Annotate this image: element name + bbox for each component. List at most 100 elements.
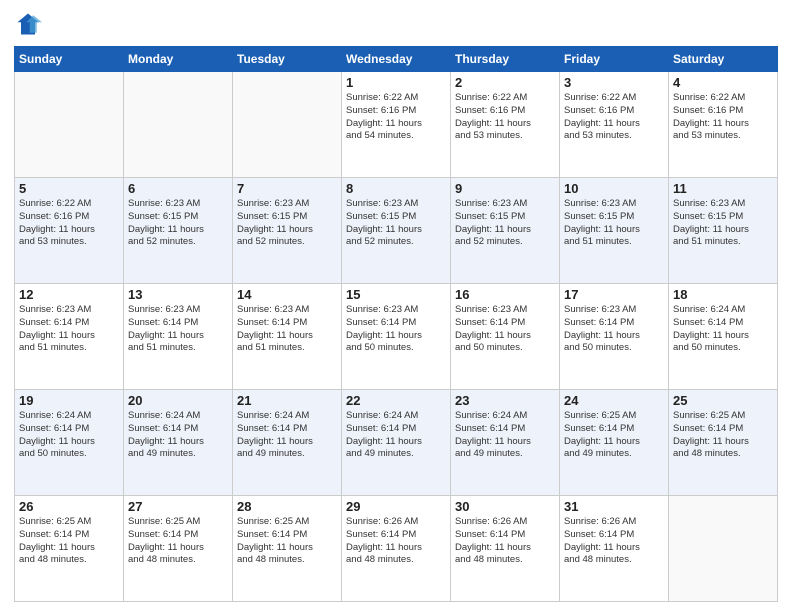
day-number: 17 bbox=[564, 287, 664, 302]
calendar-cell: 19 Sunrise: 6:24 AM Sunset: 6:14 PM Dayli… bbox=[15, 390, 124, 496]
weekday-header-saturday: Saturday bbox=[669, 47, 778, 72]
weekday-header-tuesday: Tuesday bbox=[233, 47, 342, 72]
day-info: Sunrise: 6:22 AM Sunset: 6:16 PM Dayligh… bbox=[673, 92, 773, 143]
day-info: Sunrise: 6:23 AM Sunset: 6:14 PM Dayligh… bbox=[19, 304, 119, 355]
calendar-cell: 25Sunrise: 6:25 AM Sunset: 6:14 PM Dayli… bbox=[669, 390, 778, 496]
day-number: 23 bbox=[455, 393, 555, 408]
calendar-cell: 9 Sunrise: 6:23 AM Sunset: 6:15 PM Daylig… bbox=[451, 178, 560, 284]
calendar-cell bbox=[233, 72, 342, 178]
weekday-header-row: SundayMondayTuesdayWednesdayThursdayFrid… bbox=[15, 47, 778, 72]
day-info: Sunrise: 6:23 AM Sunset: 6:14 PM Dayligh… bbox=[128, 304, 228, 355]
calendar-week-1: 1 Sunrise: 6:22 AM Sunset: 6:16 PM Daylig… bbox=[15, 72, 778, 178]
calendar-week-2: 5 Sunrise: 6:22 AM Sunset: 6:16 PM Daylig… bbox=[15, 178, 778, 284]
day-info: Sunrise: 6:23 AM Sunset: 6:14 PM Dayligh… bbox=[237, 304, 337, 355]
day-number: 30 bbox=[455, 499, 555, 514]
weekday-header-thursday: Thursday bbox=[451, 47, 560, 72]
calendar-cell: 12 Sunrise: 6:23 AM Sunset: 6:14 PM Dayli… bbox=[15, 284, 124, 390]
calendar-cell: 18 Sunrise: 6:24 AM Sunset: 6:14 PM Dayli… bbox=[669, 284, 778, 390]
calendar-week-5: 26 Sunrise: 6:25 AM Sunset: 6:14 PM Dayli… bbox=[15, 496, 778, 602]
day-info: Sunrise: 6:25 AM Sunset: 6:14 PM Dayligh… bbox=[19, 516, 119, 567]
calendar-cell: 7 Sunrise: 6:23 AM Sunset: 6:15 PM Daylig… bbox=[233, 178, 342, 284]
calendar-cell: 16 Sunrise: 6:23 AM Sunset: 6:14 PM Dayli… bbox=[451, 284, 560, 390]
day-info: Sunrise: 6:23 AM Sunset: 6:15 PM Dayligh… bbox=[346, 198, 446, 249]
calendar-cell: 29Sunrise: 6:26 AM Sunset: 6:14 PM Dayli… bbox=[342, 496, 451, 602]
day-number: 15 bbox=[346, 287, 446, 302]
calendar-cell: 2 Sunrise: 6:22 AM Sunset: 6:16 PM Daylig… bbox=[451, 72, 560, 178]
calendar-cell: 8 Sunrise: 6:23 AM Sunset: 6:15 PM Daylig… bbox=[342, 178, 451, 284]
day-info: Sunrise: 6:23 AM Sunset: 6:15 PM Dayligh… bbox=[237, 198, 337, 249]
day-info: Sunrise: 6:23 AM Sunset: 6:14 PM Dayligh… bbox=[346, 304, 446, 355]
day-info: Sunrise: 6:24 AM Sunset: 6:14 PM Dayligh… bbox=[237, 410, 337, 461]
day-number: 12 bbox=[19, 287, 119, 302]
page: SundayMondayTuesdayWednesdayThursdayFrid… bbox=[0, 0, 792, 612]
day-info: Sunrise: 6:22 AM Sunset: 6:16 PM Dayligh… bbox=[346, 92, 446, 143]
calendar-cell: 11 Sunrise: 6:23 AM Sunset: 6:15 PM Dayli… bbox=[669, 178, 778, 284]
day-info: Sunrise: 6:23 AM Sunset: 6:15 PM Dayligh… bbox=[673, 198, 773, 249]
day-number: 9 bbox=[455, 181, 555, 196]
day-number: 13 bbox=[128, 287, 228, 302]
day-number: 31 bbox=[564, 499, 664, 514]
day-number: 24 bbox=[564, 393, 664, 408]
day-info: Sunrise: 6:22 AM Sunset: 6:16 PM Dayligh… bbox=[564, 92, 664, 143]
day-info: Sunrise: 6:22 AM Sunset: 6:16 PM Dayligh… bbox=[455, 92, 555, 143]
calendar-cell: 22 Sunrise: 6:24 AM Sunset: 6:14 PM Dayli… bbox=[342, 390, 451, 496]
day-number: 16 bbox=[455, 287, 555, 302]
day-number: 3 bbox=[564, 75, 664, 90]
calendar-cell: 23 Sunrise: 6:24 AM Sunset: 6:14 PM Dayli… bbox=[451, 390, 560, 496]
day-number: 18 bbox=[673, 287, 773, 302]
day-number: 11 bbox=[673, 181, 773, 196]
day-info: Sunrise: 6:26 AM Sunset: 6:14 PM Dayligh… bbox=[455, 516, 555, 567]
day-number: 26 bbox=[19, 499, 119, 514]
day-number: 21 bbox=[237, 393, 337, 408]
day-number: 1 bbox=[346, 75, 446, 90]
day-number: 27 bbox=[128, 499, 228, 514]
day-info: Sunrise: 6:23 AM Sunset: 6:15 PM Dayligh… bbox=[455, 198, 555, 249]
calendar-cell: 5 Sunrise: 6:22 AM Sunset: 6:16 PM Daylig… bbox=[15, 178, 124, 284]
day-info: Sunrise: 6:24 AM Sunset: 6:14 PM Dayligh… bbox=[346, 410, 446, 461]
calendar-cell: 15 Sunrise: 6:23 AM Sunset: 6:14 PM Dayli… bbox=[342, 284, 451, 390]
day-number: 19 bbox=[19, 393, 119, 408]
day-info: Sunrise: 6:22 AM Sunset: 6:16 PM Dayligh… bbox=[19, 198, 119, 249]
calendar-cell: 31Sunrise: 6:26 AM Sunset: 6:14 PM Dayli… bbox=[560, 496, 669, 602]
day-number: 2 bbox=[455, 75, 555, 90]
day-info: Sunrise: 6:23 AM Sunset: 6:15 PM Dayligh… bbox=[564, 198, 664, 249]
day-number: 25 bbox=[673, 393, 773, 408]
day-number: 22 bbox=[346, 393, 446, 408]
calendar-cell: 6 Sunrise: 6:23 AM Sunset: 6:15 PM Daylig… bbox=[124, 178, 233, 284]
weekday-header-sunday: Sunday bbox=[15, 47, 124, 72]
day-number: 7 bbox=[237, 181, 337, 196]
calendar-cell: 4 Sunrise: 6:22 AM Sunset: 6:16 PM Daylig… bbox=[669, 72, 778, 178]
calendar-cell: 10 Sunrise: 6:23 AM Sunset: 6:15 PM Dayli… bbox=[560, 178, 669, 284]
day-info: Sunrise: 6:26 AM Sunset: 6:14 PM Dayligh… bbox=[346, 516, 446, 567]
day-number: 10 bbox=[564, 181, 664, 196]
calendar-cell: 30 Sunrise: 6:26 AM Sunset: 6:14 PM Dayli… bbox=[451, 496, 560, 602]
day-info: Sunrise: 6:24 AM Sunset: 6:14 PM Dayligh… bbox=[19, 410, 119, 461]
calendar-week-3: 12 Sunrise: 6:23 AM Sunset: 6:14 PM Dayli… bbox=[15, 284, 778, 390]
calendar-cell: 17Sunrise: 6:23 AM Sunset: 6:14 PM Dayli… bbox=[560, 284, 669, 390]
day-info: Sunrise: 6:25 AM Sunset: 6:14 PM Dayligh… bbox=[237, 516, 337, 567]
calendar-cell: 26 Sunrise: 6:25 AM Sunset: 6:14 PM Dayli… bbox=[15, 496, 124, 602]
calendar-cell bbox=[15, 72, 124, 178]
day-number: 5 bbox=[19, 181, 119, 196]
day-info: Sunrise: 6:23 AM Sunset: 6:15 PM Dayligh… bbox=[128, 198, 228, 249]
calendar-cell: 3 Sunrise: 6:22 AM Sunset: 6:16 PM Daylig… bbox=[560, 72, 669, 178]
day-info: Sunrise: 6:25 AM Sunset: 6:14 PM Dayligh… bbox=[564, 410, 664, 461]
day-info: Sunrise: 6:24 AM Sunset: 6:14 PM Dayligh… bbox=[455, 410, 555, 461]
day-info: Sunrise: 6:24 AM Sunset: 6:14 PM Dayligh… bbox=[673, 304, 773, 355]
day-number: 20 bbox=[128, 393, 228, 408]
weekday-header-friday: Friday bbox=[560, 47, 669, 72]
calendar-cell: 20 Sunrise: 6:24 AM Sunset: 6:14 PM Dayli… bbox=[124, 390, 233, 496]
day-number: 6 bbox=[128, 181, 228, 196]
day-number: 14 bbox=[237, 287, 337, 302]
calendar-week-4: 19 Sunrise: 6:24 AM Sunset: 6:14 PM Dayli… bbox=[15, 390, 778, 496]
day-info: Sunrise: 6:24 AM Sunset: 6:14 PM Dayligh… bbox=[128, 410, 228, 461]
calendar-table: SundayMondayTuesdayWednesdayThursdayFrid… bbox=[14, 46, 778, 602]
weekday-header-monday: Monday bbox=[124, 47, 233, 72]
day-info: Sunrise: 6:23 AM Sunset: 6:14 PM Dayligh… bbox=[455, 304, 555, 355]
day-number: 8 bbox=[346, 181, 446, 196]
calendar-cell: 1 Sunrise: 6:22 AM Sunset: 6:16 PM Daylig… bbox=[342, 72, 451, 178]
calendar-cell: 14 Sunrise: 6:23 AM Sunset: 6:14 PM Dayli… bbox=[233, 284, 342, 390]
calendar-cell: 27Sunrise: 6:25 AM Sunset: 6:14 PM Dayli… bbox=[124, 496, 233, 602]
weekday-header-wednesday: Wednesday bbox=[342, 47, 451, 72]
day-number: 4 bbox=[673, 75, 773, 90]
